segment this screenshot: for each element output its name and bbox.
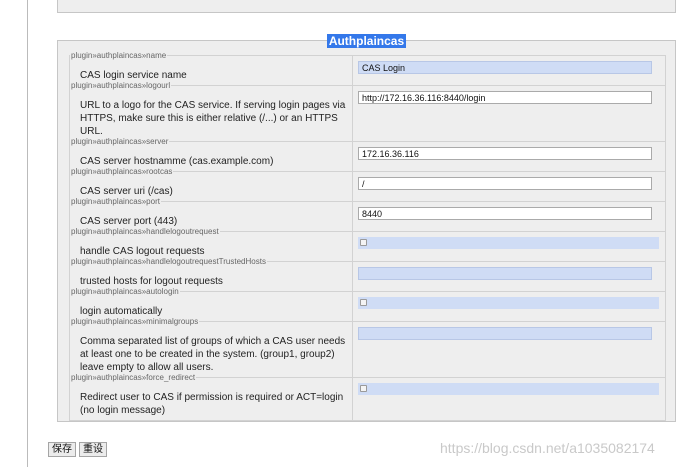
setting-value-cell	[353, 322, 665, 377]
checkbox-field	[358, 383, 659, 395]
checkbox[interactable]	[360, 299, 367, 306]
logourl-input[interactable]	[358, 91, 652, 104]
setting-value-cell	[353, 142, 665, 171]
setting-value-cell	[353, 56, 665, 85]
setting-key: plugin»authplaincas»handlelogoutrequest	[70, 227, 220, 236]
setting-key: plugin»authplaincas»name	[70, 51, 168, 60]
section-title: Authplaincas	[326, 34, 407, 48]
form-buttons: 保存 重设	[48, 442, 107, 457]
setting-label: URL to a logo for the CAS service. If se…	[70, 86, 353, 141]
setting-value-cell	[353, 262, 665, 291]
setting-key: plugin»authplaincas»server	[70, 137, 170, 146]
previous-section-box	[57, 0, 676, 13]
left-border	[27, 0, 28, 467]
authplaincas-section: Authplaincas plugin»authplaincas»name CAS…	[57, 34, 676, 422]
setting-key: plugin»authplaincas»logourl	[70, 81, 172, 90]
watermark: https://blog.csdn.net/a1035082174	[440, 440, 655, 456]
handlelogoutrequesttrustedhosts-input[interactable]	[358, 267, 652, 280]
setting-value-cell	[353, 232, 665, 261]
setting-value-cell	[353, 202, 665, 231]
checkbox[interactable]	[360, 239, 367, 246]
setting-value-cell	[353, 378, 665, 420]
settings-table: plugin»authplaincas»name CAS login servic…	[69, 51, 666, 421]
setting-label: Redirect user to CAS if permission is re…	[70, 378, 353, 420]
port-input[interactable]	[358, 207, 652, 220]
setting-key: plugin»authplaincas»force_redirect	[70, 373, 197, 382]
setting-key: plugin»authplaincas»rootcas	[70, 167, 174, 176]
setting-value-cell	[353, 292, 665, 321]
checkbox-field	[358, 237, 659, 249]
name-input[interactable]	[358, 61, 652, 74]
checkbox-field	[358, 297, 659, 309]
minimalgroups-input[interactable]	[358, 327, 652, 340]
setting-key: plugin»authplaincas»minimalgroups	[70, 317, 200, 326]
checkbox[interactable]	[360, 385, 367, 392]
setting-row-force-redirect: plugin»authplaincas»force_redirect Redire…	[70, 373, 665, 420]
setting-key: plugin»authplaincas»autologin	[70, 287, 180, 296]
reset-button[interactable]: 重设	[79, 442, 107, 457]
rootcas-input[interactable]	[358, 177, 652, 190]
setting-key: plugin»authplaincas»handlelogoutrequestT…	[70, 257, 267, 266]
save-button[interactable]: 保存	[48, 442, 76, 457]
setting-row-logourl: plugin»authplaincas»logourl URL to a logo…	[70, 81, 665, 141]
setting-value-cell	[353, 86, 665, 141]
setting-key: plugin»authplaincas»port	[70, 197, 161, 206]
setting-label: Comma separated list of groups of which …	[70, 322, 353, 377]
setting-value-cell	[353, 172, 665, 201]
server-input[interactable]	[358, 147, 652, 160]
setting-row-minimalgroups: plugin»authplaincas»minimalgroups Comma s…	[70, 317, 665, 377]
